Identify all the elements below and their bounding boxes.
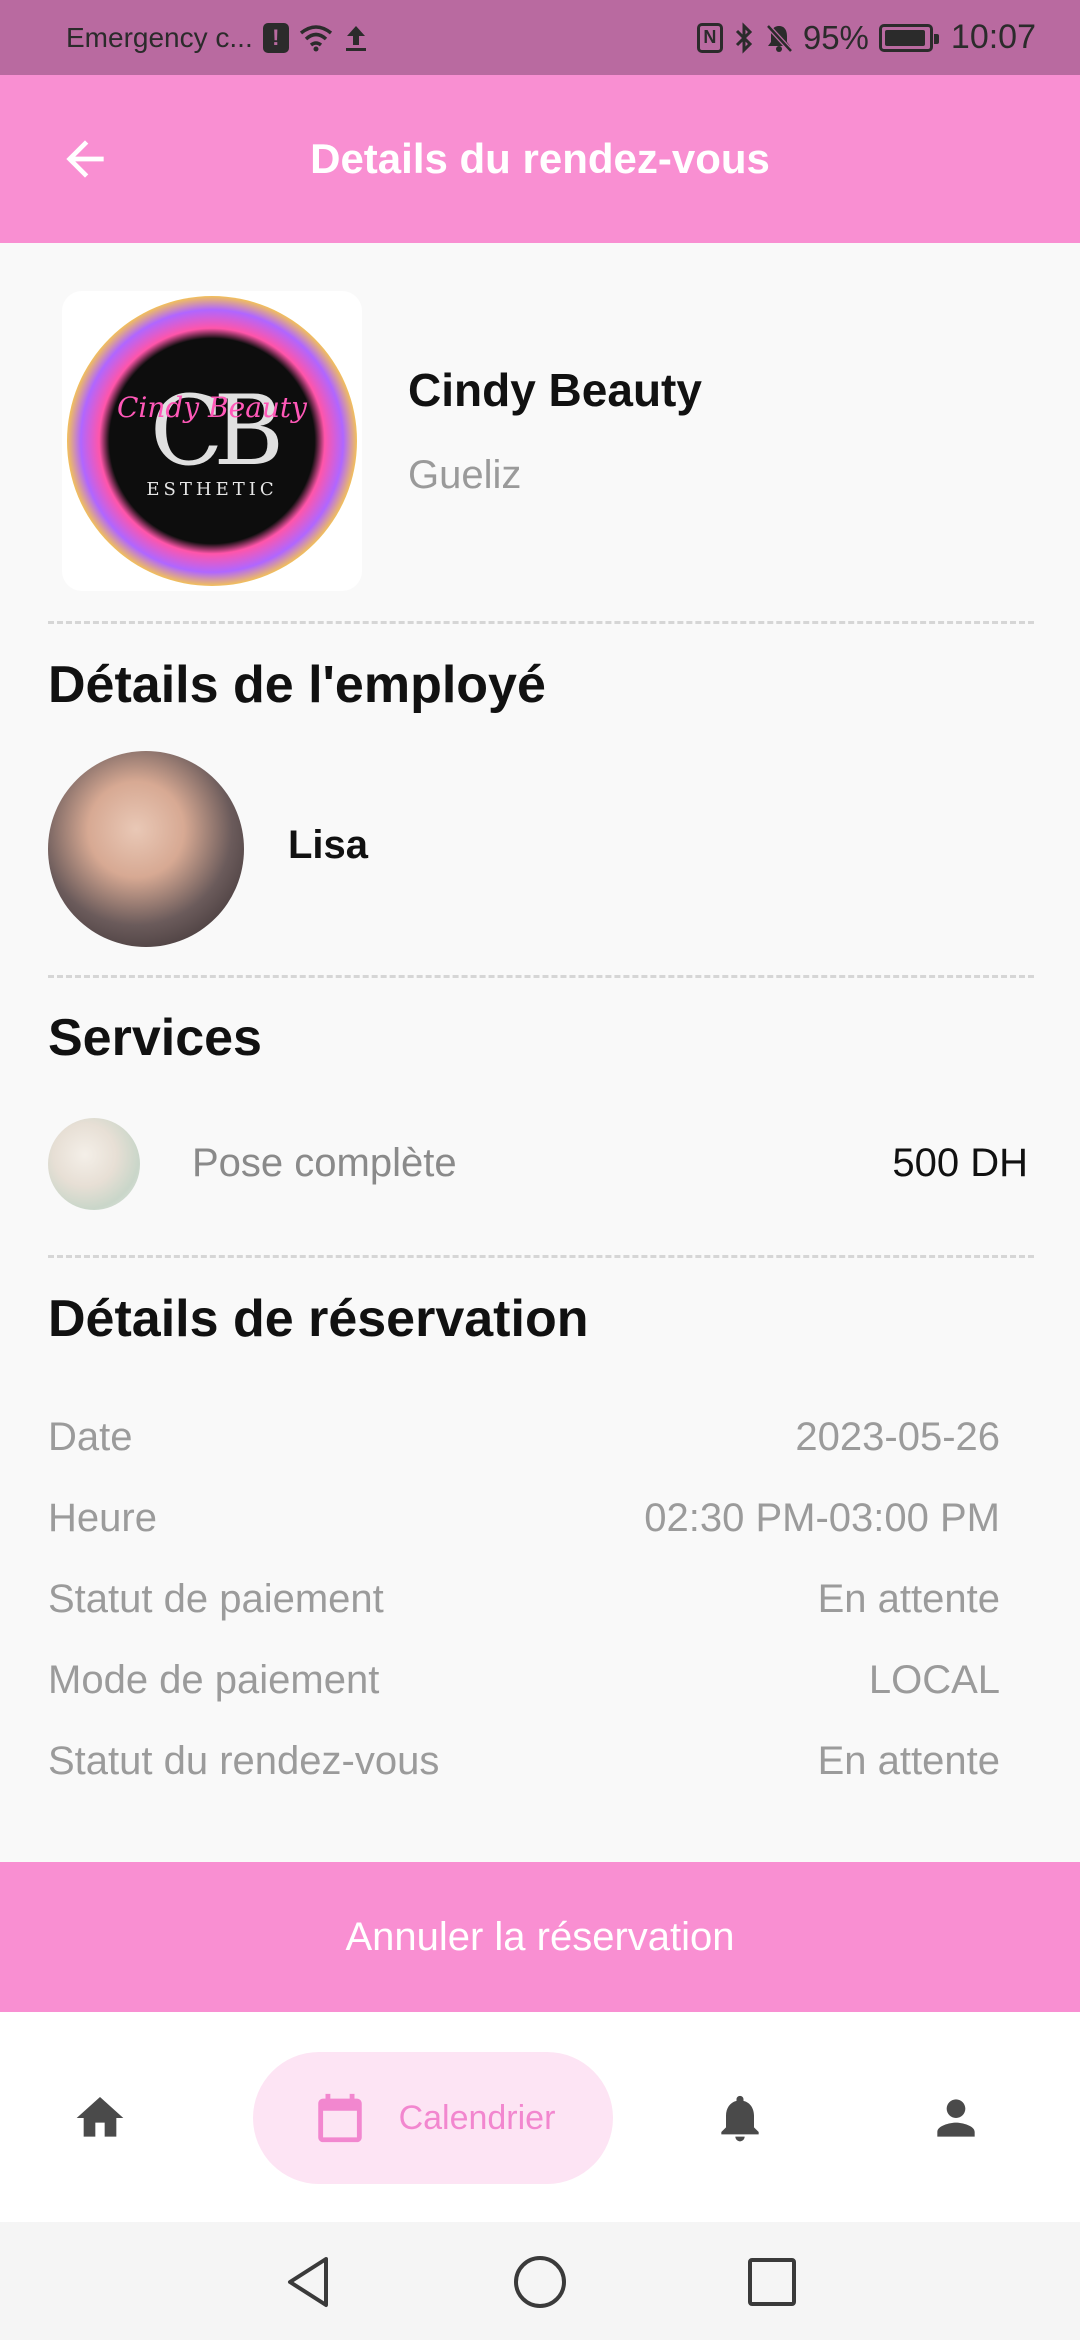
system-recents-button[interactable] — [742, 2252, 802, 2312]
clock: 10:07 — [950, 18, 1036, 56]
reservation-row-time: Heure 02:30 PM-03:00 PM — [48, 1496, 1000, 1541]
bottom-navigation: Calendrier — [0, 2012, 1080, 2222]
service-thumbnail — [48, 1118, 140, 1210]
row-label: Statut de paiement — [48, 1577, 384, 1621]
reservation-row-payment-status: Statut de paiement En attente — [48, 1577, 1000, 1622]
battery-level — [884, 29, 925, 46]
employee-section-title: Détails de l'employé — [48, 656, 546, 714]
row-value: En attente — [817, 1577, 1000, 1621]
row-value: LOCAL — [868, 1658, 1000, 1702]
circle-home-icon — [514, 2256, 566, 2308]
home-icon — [76, 2097, 124, 2137]
nav-profile[interactable] — [906, 2052, 1006, 2184]
nav-calendar[interactable]: Calendrier — [253, 2052, 613, 2184]
bluetooth-icon — [735, 21, 752, 54]
person-icon — [937, 2099, 975, 2137]
salon-card[interactable]: CB Cindy Beauty ESTHETIC Cindy Beauty Gu… — [62, 291, 1022, 591]
triangle-back-icon — [288, 2257, 328, 2307]
nav-home[interactable] — [50, 2052, 150, 2184]
app-bar: Details du rendez-vous — [0, 75, 1080, 243]
salon-logo: CB Cindy Beauty ESTHETIC — [62, 291, 362, 591]
divider — [48, 975, 1034, 978]
upload-icon — [345, 25, 366, 51]
carrier-text: Emergency c... — [66, 21, 253, 53]
row-label: Statut du rendez-vous — [48, 1739, 440, 1783]
divider — [48, 621, 1034, 624]
row-label: Heure — [48, 1496, 157, 1540]
page-title: Details du rendez-vous — [310, 135, 770, 182]
arrow-left-icon — [66, 140, 104, 178]
bell-icon — [721, 2095, 759, 2142]
row-label: Date — [48, 1415, 133, 1459]
battery-charging-icon — [878, 23, 939, 52]
reservation-row-date: Date 2023-05-26 — [48, 1415, 1000, 1460]
divider — [48, 1255, 1034, 1258]
reservation-row-appointment-status: Statut du rendez-vous En attente — [48, 1739, 1000, 1784]
alert-badge-icon: ! — [262, 22, 289, 53]
reservation-section-title: Détails de réservation — [48, 1290, 589, 1348]
nfc-icon: N — [696, 22, 723, 53]
salon-name: Cindy Beauty — [408, 364, 702, 416]
battery-percent: 95% — [802, 18, 869, 56]
nav-notifications[interactable] — [690, 2052, 790, 2184]
system-home-button[interactable] — [510, 2252, 570, 2312]
system-back-button[interactable] — [278, 2252, 338, 2312]
service-name: Pose complète — [192, 1141, 457, 1185]
nav-calendar-label: Calendrier — [398, 2098, 556, 2137]
calendar-icon — [317, 2093, 362, 2143]
employee-avatar[interactable] — [48, 751, 244, 947]
row-value: 02:30 PM-03:00 PM — [644, 1496, 1000, 1540]
row-value: 2023-05-26 — [795, 1415, 1000, 1459]
logo-script: Cindy Beauty — [117, 391, 307, 424]
reservation-row-payment-mode: Mode de paiement LOCAL — [48, 1658, 1000, 1703]
logo-subtitle: ESTHETIC — [146, 478, 278, 500]
system-navigation-bar — [0, 2222, 1080, 2340]
silent-bell-icon — [766, 23, 793, 53]
wifi-icon — [299, 24, 332, 51]
row-value: En attente — [817, 1739, 1000, 1783]
status-bar: Emergency c... ! N 95% 10:07 — [0, 0, 1080, 75]
cancel-reservation-button[interactable]: Annuler la réservation — [0, 1862, 1080, 2012]
services-section-title: Services — [48, 1009, 262, 1067]
back-button[interactable] — [50, 124, 120, 194]
salon-location: Gueliz — [408, 453, 522, 497]
square-recents-icon — [748, 2258, 796, 2306]
row-label: Mode de paiement — [48, 1658, 380, 1702]
employee-name: Lisa — [288, 823, 369, 867]
logo-ring: CB Cindy Beauty ESTHETIC — [67, 296, 357, 586]
service-price: 500 DH — [892, 1141, 1028, 1185]
